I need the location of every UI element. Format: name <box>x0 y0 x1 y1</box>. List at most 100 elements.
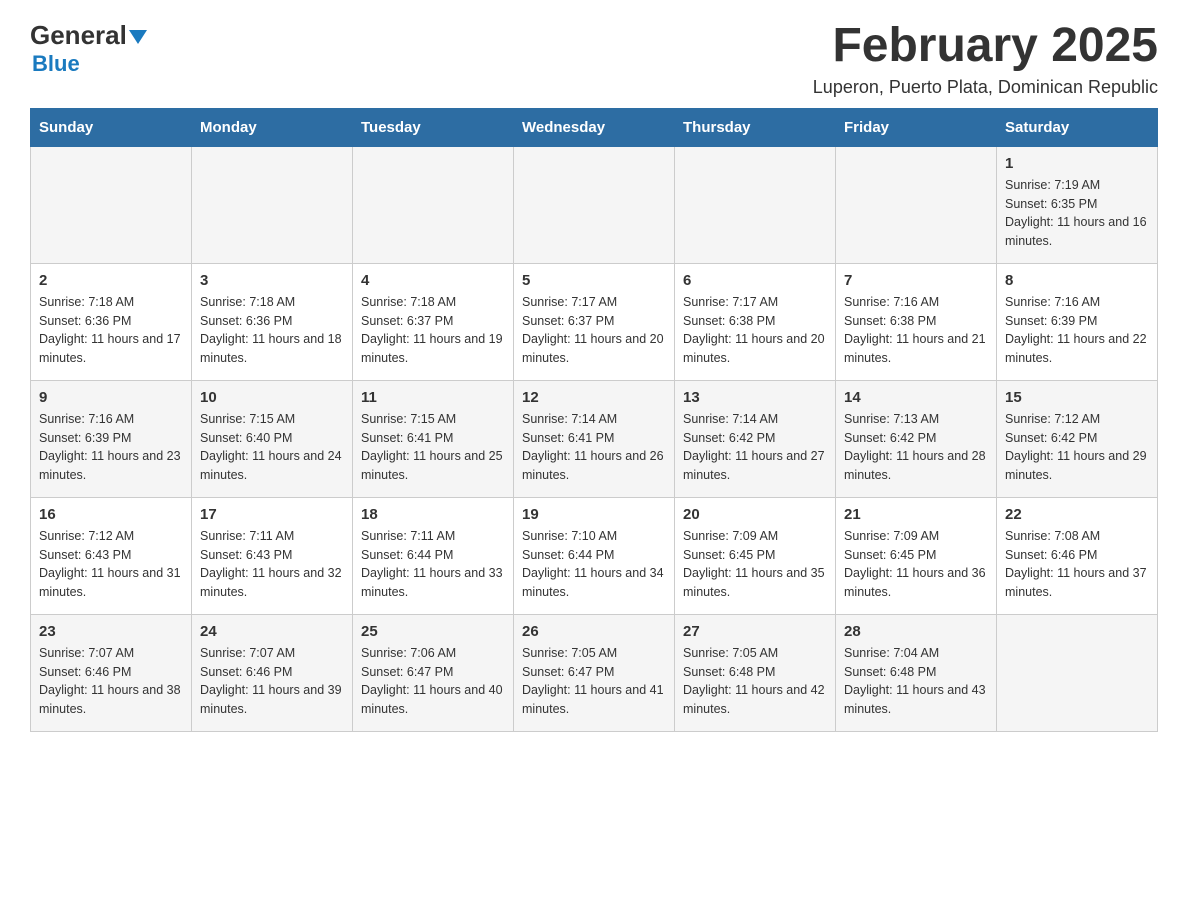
calendar-cell <box>836 146 997 263</box>
day-info: Sunrise: 7:17 AMSunset: 6:37 PMDaylight:… <box>522 293 666 368</box>
day-number: 2 <box>39 272 183 289</box>
calendar-cell: 28 Sunrise: 7:04 AMSunset: 6:48 PMDayligh… <box>836 614 997 731</box>
calendar-cell: 20 Sunrise: 7:09 AMSunset: 6:45 PMDayligh… <box>675 497 836 614</box>
calendar-cell: 9 Sunrise: 7:16 AMSunset: 6:39 PMDaylight… <box>31 380 192 497</box>
day-info: Sunrise: 7:08 AMSunset: 6:46 PMDaylight:… <box>1005 527 1149 602</box>
calendar-cell: 8 Sunrise: 7:16 AMSunset: 6:39 PMDaylight… <box>997 263 1158 380</box>
col-tuesday: Tuesday <box>353 108 514 146</box>
calendar-cell: 12Sunrise: 7:14 AMSunset: 6:41 PMDayligh… <box>514 380 675 497</box>
day-info: Sunrise: 7:11 AMSunset: 6:44 PMDaylight:… <box>361 527 505 602</box>
day-number: 17 <box>200 506 344 523</box>
day-info: Sunrise: 7:07 AMSunset: 6:46 PMDaylight:… <box>39 644 183 719</box>
calendar-cell <box>675 146 836 263</box>
calendar-cell <box>514 146 675 263</box>
day-number: 21 <box>844 506 988 523</box>
day-number: 18 <box>361 506 505 523</box>
day-info: Sunrise: 7:09 AMSunset: 6:45 PMDaylight:… <box>683 527 827 602</box>
calendar-cell <box>192 146 353 263</box>
calendar-cell: 4 Sunrise: 7:18 AMSunset: 6:37 PMDaylight… <box>353 263 514 380</box>
calendar-cell <box>31 146 192 263</box>
calendar-cell: 11 Sunrise: 7:15 AMSunset: 6:41 PMDayligh… <box>353 380 514 497</box>
calendar-cell: 26 Sunrise: 7:05 AMSunset: 6:47 PMDayligh… <box>514 614 675 731</box>
day-number: 7 <box>844 272 988 289</box>
month-title: February 2025 <box>813 20 1158 73</box>
calendar-cell: 5 Sunrise: 7:17 AMSunset: 6:37 PMDaylight… <box>514 263 675 380</box>
calendar-cell: 13 Sunrise: 7:14 AMSunset: 6:42 PMDayligh… <box>675 380 836 497</box>
calendar-cell: 1Sunrise: 7:19 AMSunset: 6:35 PMDaylight… <box>997 146 1158 263</box>
col-monday: Monday <box>192 108 353 146</box>
day-number: 23 <box>39 623 183 640</box>
calendar-header-row: Sunday Monday Tuesday Wednesday Thursday… <box>31 108 1158 146</box>
day-number: 13 <box>683 389 827 406</box>
day-info: Sunrise: 7:18 AMSunset: 6:36 PMDaylight:… <box>200 293 344 368</box>
logo-blue-text: Blue <box>32 51 80 76</box>
day-info: Sunrise: 7:12 AMSunset: 6:42 PMDaylight:… <box>1005 410 1149 485</box>
page-header: General Blue February 2025 Luperon, Puer… <box>30 20 1158 98</box>
day-number: 19 <box>522 506 666 523</box>
calendar-cell: 10 Sunrise: 7:15 AMSunset: 6:40 PMDayligh… <box>192 380 353 497</box>
col-wednesday: Wednesday <box>514 108 675 146</box>
day-number: 9 <box>39 389 183 406</box>
day-info: Sunrise: 7:04 AMSunset: 6:48 PMDaylight:… <box>844 644 988 719</box>
day-info: Sunrise: 7:18 AMSunset: 6:37 PMDaylight:… <box>361 293 505 368</box>
calendar-cell: 17 Sunrise: 7:11 AMSunset: 6:43 PMDayligh… <box>192 497 353 614</box>
day-info: Sunrise: 7:15 AMSunset: 6:41 PMDaylight:… <box>361 410 505 485</box>
logo: General Blue <box>30 20 147 78</box>
calendar-cell: 16Sunrise: 7:12 AMSunset: 6:43 PMDayligh… <box>31 497 192 614</box>
day-info: Sunrise: 7:14 AMSunset: 6:41 PMDaylight:… <box>522 410 666 485</box>
day-info: Sunrise: 7:13 AMSunset: 6:42 PMDaylight:… <box>844 410 988 485</box>
day-number: 22 <box>1005 506 1149 523</box>
calendar-cell: 6Sunrise: 7:17 AMSunset: 6:38 PMDaylight… <box>675 263 836 380</box>
col-sunday: Sunday <box>31 108 192 146</box>
day-number: 10 <box>200 389 344 406</box>
day-number: 3 <box>200 272 344 289</box>
calendar-cell: 21 Sunrise: 7:09 AMSunset: 6:45 PMDayligh… <box>836 497 997 614</box>
calendar-cell <box>997 614 1158 731</box>
day-number: 28 <box>844 623 988 640</box>
calendar-cell: 22 Sunrise: 7:08 AMSunset: 6:46 PMDayligh… <box>997 497 1158 614</box>
calendar-cell: 27Sunrise: 7:05 AMSunset: 6:48 PMDayligh… <box>675 614 836 731</box>
day-number: 24 <box>200 623 344 640</box>
col-friday: Friday <box>836 108 997 146</box>
calendar-cell: 18 Sunrise: 7:11 AMSunset: 6:44 PMDayligh… <box>353 497 514 614</box>
day-info: Sunrise: 7:17 AMSunset: 6:38 PMDaylight:… <box>683 293 827 368</box>
calendar-cell: 14 Sunrise: 7:13 AMSunset: 6:42 PMDayligh… <box>836 380 997 497</box>
logo-general-text: General <box>30 20 127 51</box>
calendar-table: Sunday Monday Tuesday Wednesday Thursday… <box>30 108 1158 732</box>
day-number: 14 <box>844 389 988 406</box>
title-block: February 2025 Luperon, Puerto Plata, Dom… <box>813 20 1158 98</box>
day-number: 5 <box>522 272 666 289</box>
day-number: 16 <box>39 506 183 523</box>
day-number: 27 <box>683 623 827 640</box>
calendar-cell: 2 Sunrise: 7:18 AMSunset: 6:36 PMDaylight… <box>31 263 192 380</box>
day-number: 26 <box>522 623 666 640</box>
day-number: 8 <box>1005 272 1149 289</box>
day-number: 25 <box>361 623 505 640</box>
calendar-cell: 3 Sunrise: 7:18 AMSunset: 6:36 PMDaylight… <box>192 263 353 380</box>
day-info: Sunrise: 7:14 AMSunset: 6:42 PMDaylight:… <box>683 410 827 485</box>
day-number: 15 <box>1005 389 1149 406</box>
calendar-cell: 19Sunrise: 7:10 AMSunset: 6:44 PMDayligh… <box>514 497 675 614</box>
day-info: Sunrise: 7:06 AMSunset: 6:47 PMDaylight:… <box>361 644 505 719</box>
calendar-week-row: 2 Sunrise: 7:18 AMSunset: 6:36 PMDaylight… <box>31 263 1158 380</box>
day-info: Sunrise: 7:09 AMSunset: 6:45 PMDaylight:… <box>844 527 988 602</box>
col-thursday: Thursday <box>675 108 836 146</box>
day-info: Sunrise: 7:05 AMSunset: 6:47 PMDaylight:… <box>522 644 666 719</box>
day-info: Sunrise: 7:15 AMSunset: 6:40 PMDaylight:… <box>200 410 344 485</box>
day-info: Sunrise: 7:16 AMSunset: 6:39 PMDaylight:… <box>1005 293 1149 368</box>
calendar-week-row: 23 Sunrise: 7:07 AMSunset: 6:46 PMDayligh… <box>31 614 1158 731</box>
calendar-cell <box>353 146 514 263</box>
calendar-cell: 7Sunrise: 7:16 AMSunset: 6:38 PMDaylight… <box>836 263 997 380</box>
calendar-week-row: 1Sunrise: 7:19 AMSunset: 6:35 PMDaylight… <box>31 146 1158 263</box>
day-info: Sunrise: 7:19 AMSunset: 6:35 PMDaylight:… <box>1005 176 1149 251</box>
calendar-cell: 24Sunrise: 7:07 AMSunset: 6:46 PMDayligh… <box>192 614 353 731</box>
day-number: 20 <box>683 506 827 523</box>
logo-arrow-icon <box>129 30 147 44</box>
day-info: Sunrise: 7:18 AMSunset: 6:36 PMDaylight:… <box>39 293 183 368</box>
day-info: Sunrise: 7:16 AMSunset: 6:39 PMDaylight:… <box>39 410 183 485</box>
day-info: Sunrise: 7:11 AMSunset: 6:43 PMDaylight:… <box>200 527 344 602</box>
day-number: 4 <box>361 272 505 289</box>
calendar-week-row: 9 Sunrise: 7:16 AMSunset: 6:39 PMDaylight… <box>31 380 1158 497</box>
day-number: 11 <box>361 389 505 406</box>
col-saturday: Saturday <box>997 108 1158 146</box>
